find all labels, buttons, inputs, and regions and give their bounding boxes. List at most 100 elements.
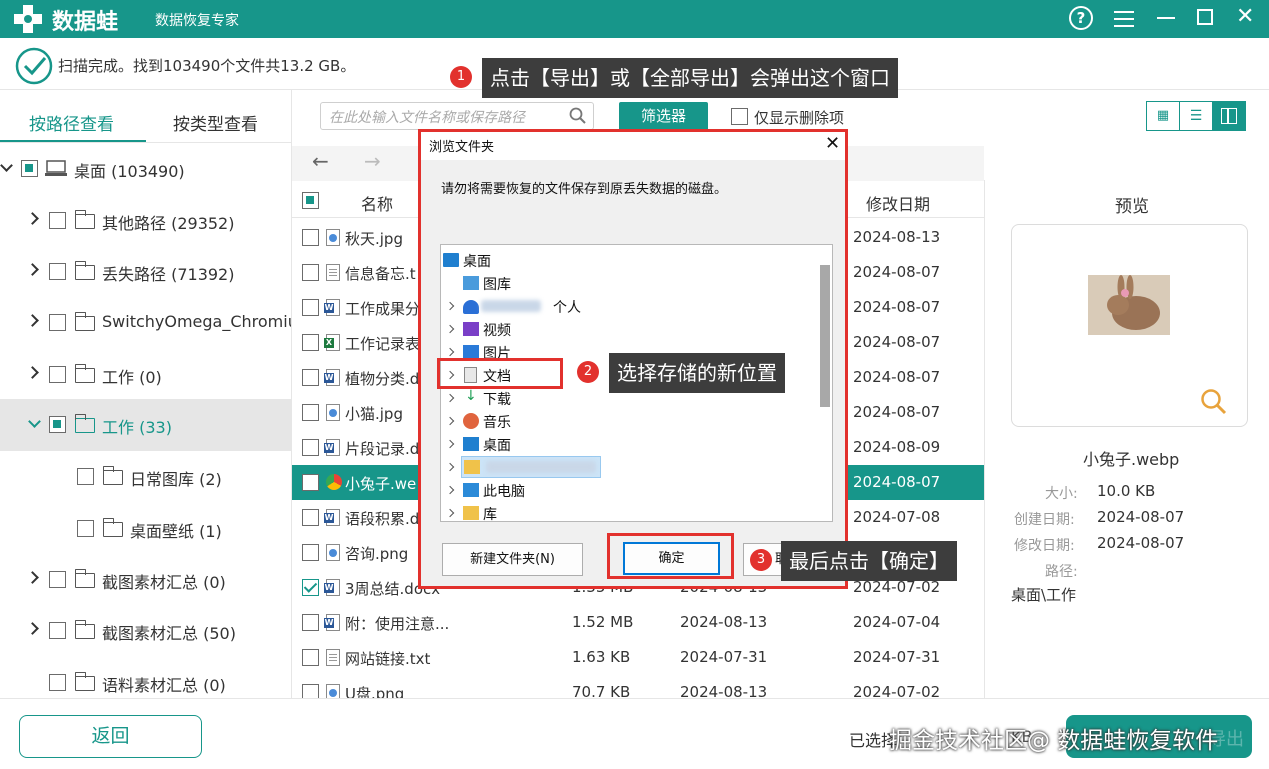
- tree-item[interactable]: 丢失路径 (71392): [0, 251, 291, 291]
- chevron-right-icon[interactable]: [26, 212, 39, 225]
- tree-label: SwitchyOmega_Chromium: [102, 312, 291, 331]
- row-checkbox[interactable]: [302, 229, 319, 246]
- row-checkbox[interactable]: [302, 299, 319, 316]
- tree-item[interactable]: 桌面壁纸 (1): [0, 508, 291, 548]
- tree-item[interactable]: 日常图库 (2): [0, 456, 291, 496]
- tree-item[interactable]: SwitchyOmega_Chromium: [0, 302, 291, 342]
- redacted-text: [486, 461, 596, 473]
- row-checkbox[interactable]: [302, 614, 319, 631]
- forward-arrow-icon[interactable]: →: [364, 149, 381, 173]
- new-folder-button[interactable]: 新建文件夹(N): [442, 543, 583, 576]
- row-checkbox[interactable]: [302, 439, 319, 456]
- preview-filename: 小兔子.webp: [1083, 450, 1180, 469]
- row-checkbox[interactable]: [302, 649, 319, 666]
- computer-icon: [463, 483, 479, 497]
- minimize-icon[interactable]: [1157, 17, 1175, 19]
- chevron-right-icon[interactable]: [26, 622, 39, 635]
- back-arrow-icon[interactable]: ←: [312, 149, 329, 173]
- tab-by-path[interactable]: 按路径查看: [0, 90, 146, 142]
- annotation-note: 最后点击【确定】: [781, 541, 957, 581]
- menu-icon[interactable]: [1114, 8, 1134, 28]
- tree-checkbox[interactable]: [49, 622, 66, 639]
- folder-item-desktop[interactable]: 桌面: [441, 249, 821, 271]
- annotation-note: 点击【导出】或【全部导出】会弹出这个窗口: [482, 58, 898, 98]
- tree-item-desktop[interactable]: 桌面 (103490): [0, 148, 291, 188]
- chevron-right-icon[interactable]: [445, 416, 455, 426]
- table-row[interactable]: U盘.png 70.7 KB 2024-08-13 2024-07-02: [292, 675, 984, 698]
- tree-checkbox[interactable]: [49, 571, 66, 588]
- chevron-right-icon[interactable]: [26, 366, 39, 379]
- folder-item[interactable]: 库: [441, 502, 821, 521]
- tree-checkbox[interactable]: [49, 416, 66, 433]
- cell-name: 信息备忘.t: [345, 265, 416, 283]
- annotation-badge: 3: [750, 549, 772, 571]
- cell-size: 1.52 MB: [572, 613, 634, 631]
- chevron-right-icon[interactable]: [26, 314, 39, 327]
- chevron-down-icon[interactable]: [0, 159, 13, 172]
- chevron-right-icon[interactable]: [445, 439, 455, 449]
- tab-by-type[interactable]: 按类型查看: [146, 90, 291, 142]
- column-header-name[interactable]: 名称: [361, 191, 393, 215]
- chevron-right-icon[interactable]: [445, 508, 455, 518]
- chevron-right-icon[interactable]: [26, 263, 39, 276]
- chevron-right-icon[interactable]: [445, 485, 455, 495]
- row-checkbox[interactable]: [302, 334, 319, 351]
- folder-item[interactable]: 桌面: [441, 433, 821, 455]
- tree-checkbox[interactable]: [77, 468, 94, 485]
- folder-item[interactable]: 视频: [441, 318, 821, 340]
- detail-view-icon[interactable]: [1213, 102, 1245, 130]
- chevron-right-icon[interactable]: [445, 324, 455, 334]
- chevron-right-icon[interactable]: [445, 393, 455, 403]
- tree-checkbox[interactable]: [77, 520, 94, 537]
- tree-checkbox[interactable]: [49, 314, 66, 331]
- table-row[interactable]: 附：使用注意... 1.52 MB 2024-08-13 2024-07-04: [292, 605, 984, 640]
- help-icon[interactable]: ?: [1069, 6, 1093, 30]
- row-checkbox[interactable]: [302, 474, 319, 491]
- tree-item-selected[interactable]: 工作 (33): [0, 399, 291, 451]
- scrollbar-thumb[interactable]: [820, 265, 830, 407]
- table-row[interactable]: 网站链接.txt 1.63 KB 2024-07-31 2024-07-31: [292, 640, 984, 675]
- search-input[interactable]: 在此处输入文件名称或保存路径: [320, 102, 594, 130]
- select-all-checkbox[interactable]: [302, 192, 319, 209]
- maximize-icon[interactable]: [1197, 9, 1213, 25]
- row-checkbox[interactable]: [302, 509, 319, 526]
- chevron-right-icon[interactable]: [445, 462, 455, 472]
- row-checkbox[interactable]: [302, 579, 319, 596]
- dialog-close-icon[interactable]: ✕: [825, 133, 840, 154]
- tree-item[interactable]: 语料素材汇总 (0): [0, 662, 291, 698]
- list-view-icon[interactable]: ☰: [1180, 102, 1213, 130]
- tree-checkbox[interactable]: [49, 366, 66, 383]
- chevron-down-icon[interactable]: [28, 415, 41, 428]
- tree-checkbox[interactable]: [49, 674, 66, 691]
- filter-button[interactable]: 筛选器: [619, 102, 708, 131]
- row-checkbox[interactable]: [302, 264, 319, 281]
- folder-item[interactable]: 个人: [441, 295, 821, 317]
- chevron-right-icon[interactable]: [26, 571, 39, 584]
- tree-checkbox[interactable]: [21, 160, 38, 177]
- close-icon[interactable]: ✕: [1236, 6, 1254, 28]
- column-header-modified[interactable]: 修改日期: [866, 191, 930, 215]
- tree-item[interactable]: 截图素材汇总 (0): [0, 559, 291, 599]
- row-checkbox[interactable]: [302, 404, 319, 421]
- row-checkbox[interactable]: [302, 684, 319, 698]
- folder-item[interactable]: 音乐: [441, 410, 821, 432]
- row-checkbox[interactable]: [302, 544, 319, 561]
- tree-checkbox[interactable]: [49, 212, 66, 229]
- tree-item[interactable]: 工作 (0): [0, 354, 291, 394]
- cell-created: 2024-08-13: [680, 683, 768, 698]
- tree-checkbox[interactable]: [49, 263, 66, 280]
- zoom-icon[interactable]: [1200, 388, 1228, 416]
- chevron-right-icon[interactable]: [445, 301, 455, 311]
- tree-item[interactable]: 其他路径 (29352): [0, 200, 291, 240]
- back-button[interactable]: 返回: [19, 715, 202, 758]
- chrome-icon: [326, 474, 342, 490]
- grid-view-icon[interactable]: ▦: [1147, 102, 1180, 130]
- row-checkbox[interactable]: [302, 369, 319, 386]
- tree-item[interactable]: 截图素材汇总 (50): [0, 610, 291, 650]
- folder-item[interactable]: 图库: [441, 272, 821, 294]
- search-icon[interactable]: [569, 107, 587, 125]
- folder-item-selected[interactable]: [461, 456, 601, 478]
- folder-item[interactable]: 此电脑: [441, 479, 821, 501]
- chevron-right-icon[interactable]: [445, 347, 455, 357]
- only-deleted-checkbox[interactable]: [731, 108, 748, 125]
